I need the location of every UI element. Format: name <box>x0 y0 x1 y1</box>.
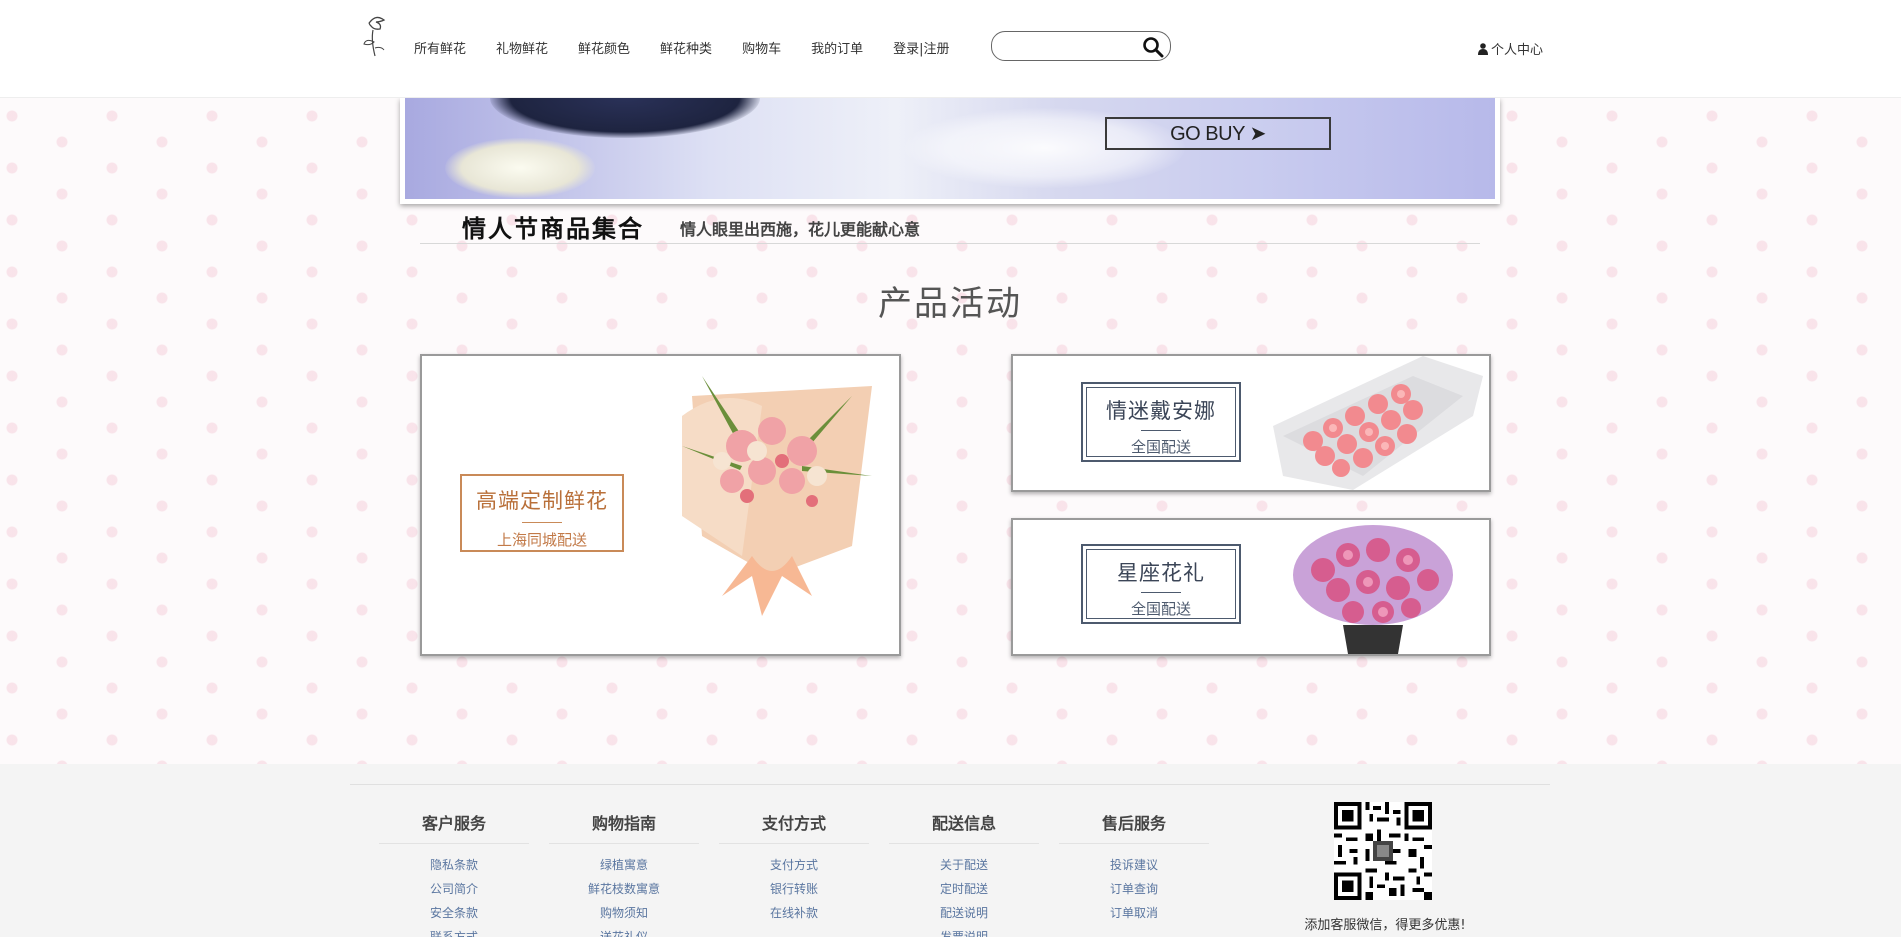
promo-subtitle: 上海同城配送 <box>496 531 587 549</box>
footer-col-after-sales: 售后服务 投诉建议 订单查询 订单取消 <box>1059 810 1209 925</box>
footer-col-title: 配送信息 <box>889 810 1039 844</box>
user-icon <box>1478 42 1488 55</box>
promo-card-custom-flowers[interactable]: 高端定制鲜花 上海同城配送 <box>420 354 901 656</box>
search-icon[interactable] <box>1142 36 1164 58</box>
search-input[interactable] <box>1004 37 1134 55</box>
footer-col-title: 购物指南 <box>549 810 699 844</box>
footer-link[interactable]: 送花礼仪 <box>549 925 699 937</box>
footer-link[interactable]: 定时配送 <box>889 877 1039 901</box>
promo-tag: 高端定制鲜花 上海同城配送 <box>460 474 624 552</box>
footer-col-shopping-guide: 购物指南 绿植寓意 鲜花枝数寓意 购物须知 送花礼仪 <box>549 810 699 937</box>
footer-link[interactable]: 鲜花枝数寓意 <box>549 877 699 901</box>
footer-link[interactable]: 绿植寓意 <box>549 853 699 877</box>
footer-link[interactable]: 安全条款 <box>379 901 529 925</box>
hero-banner: GO BUY ➤ <box>400 98 1500 204</box>
nav-flower-colors[interactable]: 鲜花颜色 <box>578 38 630 57</box>
footer-link[interactable]: 银行转账 <box>719 877 869 901</box>
promo-tag: 情迷戴安娜 全国配送 <box>1081 382 1241 462</box>
user-center-link[interactable]: 个人中心 <box>1478 39 1543 58</box>
banner-image: GO BUY ➤ <box>405 98 1495 199</box>
footer-link[interactable]: 购物须知 <box>549 901 699 925</box>
footer-link[interactable]: 关于配送 <box>889 853 1039 877</box>
wechat-qr-code <box>1334 802 1432 900</box>
footer-col-title: 支付方式 <box>719 810 869 844</box>
go-buy-button[interactable]: GO BUY ➤ <box>1105 117 1331 150</box>
promo-tag: 星座花礼 全国配送 <box>1081 544 1241 624</box>
promo-card-diana[interactable]: 情迷戴安娜 全国配送 <box>1011 354 1491 492</box>
footer-link[interactable]: 联系方式 <box>379 925 529 937</box>
promo-title: 高端定制鲜花 <box>476 489 608 513</box>
footer-link[interactable]: 配送说明 <box>889 901 1039 925</box>
strip-subtitle: 情人眼里出西施，花儿更能献心意 <box>680 220 921 239</box>
nav-flower-types[interactable]: 鲜花种类 <box>660 38 712 57</box>
nav-cart[interactable]: 购物车 <box>742 38 781 57</box>
site-footer: 客户服务 隐私条款 公司简介 安全条款 联系方式 购物指南 绿植寓意 鲜花枝数寓… <box>0 764 1901 937</box>
footer-col-delivery: 配送信息 关于配送 定时配送 配送说明 发票说明 <box>889 810 1039 937</box>
nav-my-orders[interactable]: 我的订单 <box>811 38 863 57</box>
nav-gift-flowers[interactable]: 礼物鲜花 <box>496 38 548 57</box>
footer-link[interactable]: 投诉建议 <box>1059 853 1209 877</box>
footer-col-title: 售后服务 <box>1059 810 1209 844</box>
footer-link[interactable]: 公司简介 <box>379 877 529 901</box>
rose-box-image <box>1273 356 1483 490</box>
footer-link[interactable]: 订单查询 <box>1059 877 1209 901</box>
footer-link[interactable]: 支付方式 <box>719 853 869 877</box>
footer-link[interactable]: 订单取消 <box>1059 901 1209 925</box>
footer-col-customer-service: 客户服务 隐私条款 公司简介 安全条款 联系方式 <box>379 810 529 937</box>
qr-caption: 添加客服微信，得更多优惠! <box>1304 918 1466 933</box>
footer-link[interactable]: 隐私条款 <box>379 853 529 877</box>
rose-basket-image <box>1293 525 1453 654</box>
nav-login-register[interactable]: 登录|注册 <box>893 38 949 57</box>
footer-link[interactable]: 在线补款 <box>719 901 869 925</box>
footer-col-title: 客户服务 <box>379 810 529 844</box>
search-box <box>991 31 1171 61</box>
main-nav: 所有鲜花 礼物鲜花 鲜花颜色 鲜花种类 购物车 我的订单 登录|注册 <box>414 38 965 57</box>
footer-col-payment: 支付方式 支付方式 银行转账 在线补款 <box>719 810 869 925</box>
rose-logo-icon[interactable] <box>360 12 390 58</box>
promo-card-zodiac[interactable]: 星座花礼 全国配送 <box>1011 518 1491 656</box>
section-title: 产品活动 <box>878 284 1022 324</box>
category-strip: 情人节商品集合 情人眼里出西施，花儿更能献心意 <box>420 206 1480 244</box>
footer-link[interactable]: 发票说明 <box>889 925 1039 937</box>
user-center-label: 个人中心 <box>1491 43 1544 58</box>
nav-all-flowers[interactable]: 所有鲜花 <box>414 38 466 57</box>
site-header: 所有鲜花 礼物鲜花 鲜花颜色 鲜花种类 购物车 我的订单 登录|注册 个人中心 <box>0 0 1901 98</box>
strip-title[interactable]: 情人节商品集合 <box>462 209 644 244</box>
bouquet-image <box>682 376 872 616</box>
